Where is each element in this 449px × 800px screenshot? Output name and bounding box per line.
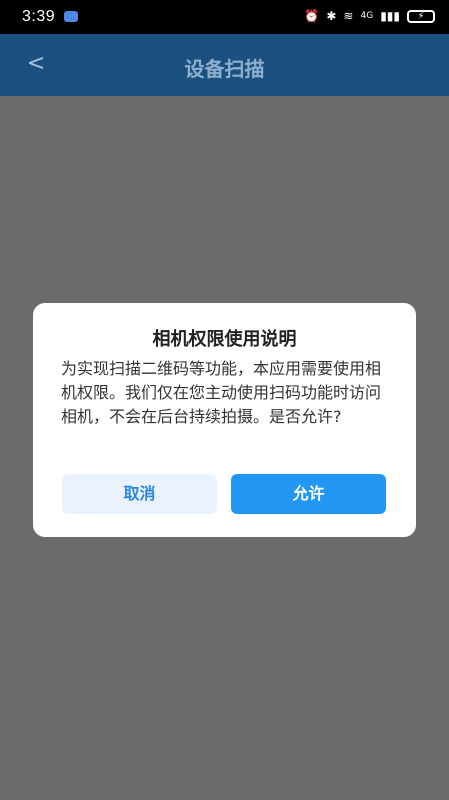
cancel-button[interactable]: 取消	[62, 474, 217, 514]
bluetooth-icon: ✱	[326, 9, 337, 23]
allow-button[interactable]: 允许	[231, 474, 386, 514]
dialog-message: 为实现扫描二维码等功能，本应用需要使用相机权限。我们仅在您主动使用扫码功能时访问…	[61, 359, 382, 426]
permission-dialog: 相机权限使用说明 为实现扫描二维码等功能，本应用需要使用相机权限。我们仅在您主动…	[33, 303, 416, 537]
status-bar: 3:39 ⏰ ✱ ≋ 4G ▮▮▮ ⚡	[0, 0, 449, 34]
status-time: 3:39	[22, 8, 56, 25]
notification-app-icon	[64, 11, 78, 22]
network-type-icon: 4G	[360, 11, 374, 21]
signal-icon: ▮▮▮	[380, 9, 400, 23]
alarm-icon: ⏰	[304, 9, 320, 23]
battery-charging-icon: ⚡	[407, 9, 435, 23]
page-title: 设备扫描	[184, 57, 265, 81]
dialog-title: 相机权限使用说明	[152, 329, 297, 350]
nav-bar: < 设备扫描	[0, 34, 449, 96]
wifi-icon: ≋	[343, 9, 354, 23]
status-icons: ⏰ ✱ ≋ 4G ▮▮▮ ⚡	[304, 9, 435, 23]
